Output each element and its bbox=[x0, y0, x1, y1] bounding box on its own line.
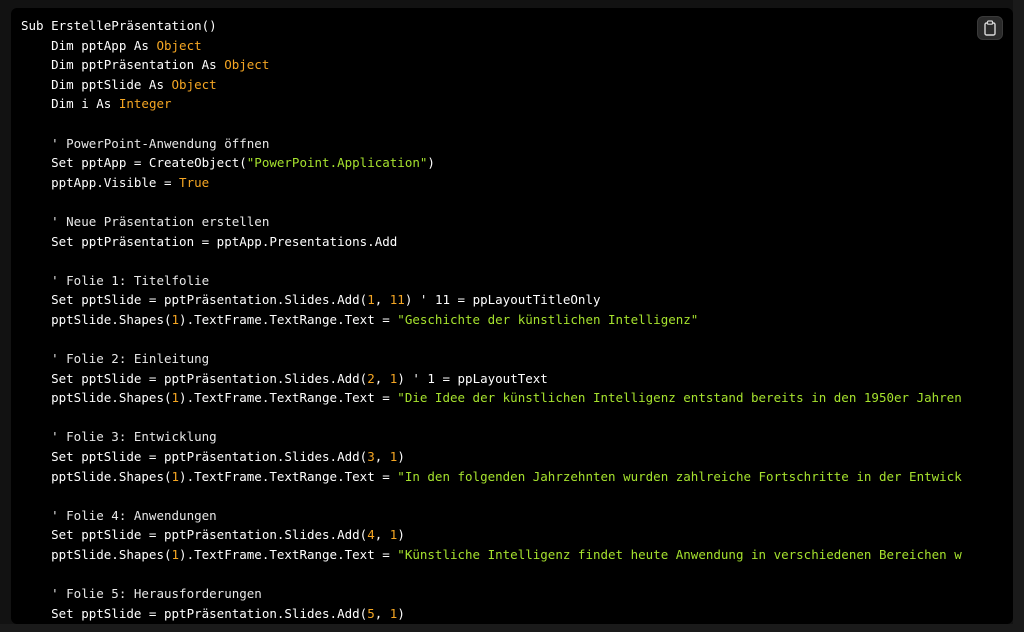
code-token: Set pptPräsentation = pptApp.Presentatio… bbox=[21, 233, 398, 249]
code-token: "Die Idee der künstlichen Intelligenz en… bbox=[397, 390, 962, 406]
code-token: Object bbox=[171, 76, 217, 92]
clipboard-icon bbox=[984, 20, 996, 36]
code-token: 3 bbox=[367, 449, 375, 465]
code-token: ' Folie 5: Herausforderungen bbox=[21, 586, 262, 602]
code-content: Sub ErstellePräsentation() Dim pptApp As… bbox=[21, 16, 962, 623]
code-token: pptSlide.Shapes( bbox=[21, 390, 172, 406]
code-line: Set pptSlide = pptPräsentation.Slides.Ad… bbox=[21, 447, 962, 467]
code-token: pptSlide.Shapes( bbox=[21, 311, 172, 327]
code-token: ' Folie 4: Anwendungen bbox=[21, 507, 217, 523]
code-token: Set pptSlide = pptPräsentation.Slides.Ad… bbox=[21, 370, 368, 386]
code-token: ).TextFrame.TextRange.Text = bbox=[179, 468, 398, 484]
code-token: ) bbox=[427, 155, 435, 171]
code-token: , bbox=[374, 449, 390, 465]
code-token: ).TextFrame.TextRange.Text = bbox=[179, 311, 398, 327]
code-line: Set pptSlide = pptPräsentation.Slides.Ad… bbox=[21, 604, 962, 624]
code-token: ) bbox=[397, 449, 405, 465]
code-token: 1 bbox=[171, 311, 180, 327]
code-token: "Geschichte der künstlichen Intelligenz" bbox=[397, 311, 699, 327]
code-line: Set pptApp = CreateObject("PowerPoint.Ap… bbox=[21, 153, 962, 173]
code-line: ' Folie 5: Herausforderungen bbox=[21, 584, 962, 604]
code-line: ' PowerPoint-Anwendung öffnen bbox=[21, 134, 962, 154]
code-line: Dim pptSlide As Object bbox=[21, 75, 962, 95]
code-token: , bbox=[374, 605, 390, 621]
code-line: Set pptSlide = pptPräsentation.Slides.Ad… bbox=[21, 290, 962, 310]
code-line: ' Folie 1: Titelfolie bbox=[21, 271, 962, 291]
code-token: Set pptSlide = pptPräsentation.Slides.Ad… bbox=[21, 449, 368, 465]
bottom-gutter bbox=[0, 624, 1024, 632]
code-token: Object bbox=[156, 37, 202, 53]
code-token: Set pptSlide = pptPräsentation.Slides.Ad… bbox=[21, 292, 368, 308]
code-line: Dim pptPräsentation As Object bbox=[21, 55, 962, 75]
scroll-gutter bbox=[1013, 0, 1024, 632]
code-token: , bbox=[374, 292, 390, 308]
code-token: ' Folie 3: Entwicklung bbox=[21, 429, 217, 445]
code-token: 2 bbox=[367, 370, 375, 386]
code-token: Set pptSlide = pptPräsentation.Slides.Ad… bbox=[21, 527, 368, 543]
code-token: ) ' 1 = ppLayoutText bbox=[397, 370, 548, 386]
code-line: pptSlide.Shapes(1).TextFrame.TextRange.T… bbox=[21, 388, 962, 408]
code-token: 1 bbox=[171, 547, 180, 563]
code-line: ' Neue Präsentation erstellen bbox=[21, 212, 962, 232]
code-token: pptSlide.Shapes( bbox=[21, 468, 172, 484]
code-token: ' Neue Präsentation erstellen bbox=[21, 213, 270, 229]
code-token: 5 bbox=[367, 605, 375, 621]
code-token: Set pptSlide = pptPräsentation.Slides.Ad… bbox=[21, 605, 368, 621]
code-token: 4 bbox=[367, 527, 375, 543]
code-line: Sub ErstellePräsentation() bbox=[21, 16, 962, 36]
code-token: ' Folie 1: Titelfolie bbox=[21, 272, 210, 288]
code-token: "Künstliche Intelligenz findet heute Anw… bbox=[397, 547, 962, 563]
code-token: pptSlide.Shapes( bbox=[21, 547, 172, 563]
code-token: 1 bbox=[171, 468, 180, 484]
code-token: 1 bbox=[171, 390, 180, 406]
code-line: Dim pptApp As Object bbox=[21, 36, 962, 56]
code-line: Dim i As Integer bbox=[21, 94, 962, 114]
code-token: ) ' 11 = ppLayoutTitleOnly bbox=[404, 292, 601, 308]
code-token: Dim i As bbox=[21, 96, 119, 112]
code-line: Set pptPräsentation = pptApp.Presentatio… bbox=[21, 232, 962, 252]
code-line: ' Folie 3: Entwicklung bbox=[21, 427, 962, 447]
code-line: Set pptSlide = pptPräsentation.Slides.Ad… bbox=[21, 525, 962, 545]
code-line: Set pptSlide = pptPräsentation.Slides.Ad… bbox=[21, 369, 962, 389]
code-token: Dim pptSlide As bbox=[21, 76, 172, 92]
code-token: Integer bbox=[118, 96, 172, 112]
code-token: Set pptApp = CreateObject( bbox=[21, 155, 247, 171]
code-line: pptSlide.Shapes(1).TextFrame.TextRange.T… bbox=[21, 467, 962, 487]
code-line: pptSlide.Shapes(1).TextFrame.TextRange.T… bbox=[21, 545, 962, 565]
code-token: True bbox=[179, 174, 210, 190]
code-token: ) bbox=[397, 605, 405, 621]
code-token: , bbox=[374, 370, 390, 386]
code-token: ) bbox=[397, 527, 405, 543]
code-token: Dim pptPräsentation As bbox=[21, 57, 225, 73]
code-line: pptSlide.Shapes(1).TextFrame.TextRange.T… bbox=[21, 310, 962, 330]
code-token: Object bbox=[224, 57, 270, 73]
code-token: ).TextFrame.TextRange.Text = bbox=[179, 390, 398, 406]
code-token: Dim pptApp As bbox=[21, 37, 157, 53]
code-token: , bbox=[374, 527, 390, 543]
code-token: ' Folie 2: Einleitung bbox=[21, 351, 210, 367]
code-line: pptApp.Visible = True bbox=[21, 173, 962, 193]
code-token: "PowerPoint.Application" bbox=[246, 155, 428, 171]
code-token: "In den folgenden Jahrzehnten wurden zah… bbox=[397, 468, 962, 484]
code-token: ).TextFrame.TextRange.Text = bbox=[179, 547, 398, 563]
copy-code-button[interactable] bbox=[977, 16, 1003, 40]
code-token: 11 bbox=[389, 292, 405, 308]
code-token: pptApp.Visible = bbox=[21, 174, 180, 190]
code-token: Sub ErstellePräsentation() bbox=[21, 18, 217, 33]
code-line: ' Folie 4: Anwendungen bbox=[21, 506, 962, 526]
code-line: ' Folie 2: Einleitung bbox=[21, 349, 962, 369]
code-token: ' PowerPoint-Anwendung öffnen bbox=[21, 135, 270, 151]
code-block: Sub ErstellePräsentation() Dim pptApp As… bbox=[11, 8, 1013, 624]
code-token: 1 bbox=[367, 292, 375, 308]
